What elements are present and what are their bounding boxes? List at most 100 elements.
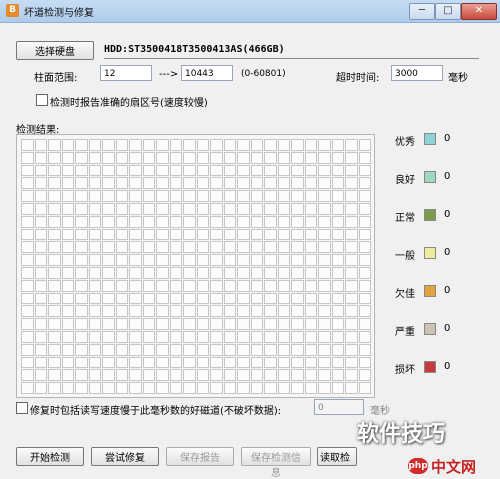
grid-cell <box>291 190 304 202</box>
grid-cell <box>331 254 344 266</box>
grid-cell <box>75 202 88 215</box>
grid-cell <box>277 382 290 394</box>
grid-cell <box>102 228 115 241</box>
grid-cell <box>331 202 344 215</box>
grid-cell <box>318 279 331 292</box>
close-button[interactable]: ✕ <box>461 3 497 20</box>
grid-cell <box>291 241 304 254</box>
watermark-text: 软件技巧 <box>357 422 446 447</box>
timeout-input[interactable]: 3000 <box>391 65 443 81</box>
grid-cell <box>48 292 61 305</box>
grid-cell <box>210 382 223 394</box>
grid-cell <box>156 369 169 382</box>
grid-cell <box>142 318 155 330</box>
grid-cell <box>75 151 88 164</box>
cylinder-start-input[interactable]: 12 <box>100 65 152 81</box>
grid-cell <box>210 369 223 382</box>
grid-cell <box>156 305 169 318</box>
grid-cell <box>318 382 331 394</box>
selected-disk-label: HDD:ST3500418T3500413AS(466GB) <box>104 44 285 55</box>
results-grid <box>21 139 371 394</box>
grid-cell <box>102 151 115 164</box>
grid-cell <box>61 292 74 305</box>
grid-cell <box>142 215 155 228</box>
grid-cell <box>304 190 317 202</box>
grid-cell <box>34 202 47 215</box>
grid-cell <box>250 190 263 202</box>
grid-cell <box>223 330 236 343</box>
grid-cell <box>21 177 34 190</box>
grid-cell <box>196 292 209 305</box>
grid-cell <box>183 215 196 228</box>
grid-cell <box>115 305 128 318</box>
grid-cell <box>318 254 331 266</box>
grid-cell <box>250 382 263 394</box>
grid-cell <box>358 369 371 382</box>
cylinder-end-input[interactable]: 10443 <box>181 65 233 81</box>
grid-cell <box>88 369 101 382</box>
select-disk-button[interactable]: 选择硬盘 <box>16 41 94 60</box>
grid-cell <box>277 356 290 369</box>
grid-cell <box>61 330 74 343</box>
legend-count: 0 <box>444 361 451 372</box>
grid-cell <box>318 330 331 343</box>
repair-slow-input[interactable]: 0 <box>314 399 364 415</box>
grid-cell <box>142 305 155 318</box>
grid-cell <box>196 305 209 318</box>
try-repair-button[interactable]: 尝试修复 <box>91 447 159 466</box>
grid-cell <box>156 318 169 330</box>
grid-cell <box>61 139 74 151</box>
grid-cell <box>142 164 155 177</box>
grid-cell <box>331 215 344 228</box>
grid-cell <box>345 228 358 241</box>
start-detect-button[interactable]: 开始检测 <box>16 447 84 466</box>
grid-cell <box>304 356 317 369</box>
grid-cell <box>21 254 34 266</box>
window-title: 坏道检测与修复 <box>24 8 94 19</box>
save-detect-info-button[interactable]: 保存检测信息 <box>241 447 311 479</box>
grid-cell <box>34 382 47 394</box>
grid-cell <box>48 139 61 151</box>
read-button[interactable]: 读取检 <box>317 447 357 466</box>
grid-cell <box>61 382 74 394</box>
grid-cell <box>223 305 236 318</box>
report-sector-checkbox[interactable] <box>36 94 48 106</box>
grid-cell <box>237 369 250 382</box>
legend-count: 0 <box>444 171 451 182</box>
grid-cell <box>250 177 263 190</box>
grid-cell <box>223 382 236 394</box>
grid-cell <box>318 266 331 279</box>
disk-divider <box>104 58 479 59</box>
grid-cell <box>88 241 101 254</box>
grid-cell <box>21 151 34 164</box>
grid-cell <box>264 279 277 292</box>
grid-cell <box>331 266 344 279</box>
grid-cell <box>304 139 317 151</box>
grid-cell <box>345 164 358 177</box>
grid-cell <box>331 356 344 369</box>
save-report-button[interactable]: 保存报告 <box>166 447 234 466</box>
grid-cell <box>358 241 371 254</box>
grid-cell <box>250 369 263 382</box>
grid-cell <box>237 382 250 394</box>
legend-count: 0 <box>444 323 451 334</box>
grid-cell <box>237 190 250 202</box>
grid-cell <box>345 190 358 202</box>
grid-cell <box>61 151 74 164</box>
grid-cell <box>156 190 169 202</box>
grid-cell <box>331 139 344 151</box>
maximize-button[interactable]: □ <box>435 3 461 20</box>
minimize-button[interactable]: ─ <box>409 3 435 20</box>
grid-cell <box>304 305 317 318</box>
grid-cell <box>142 151 155 164</box>
grid-cell <box>88 228 101 241</box>
grid-cell <box>345 292 358 305</box>
title-bar[interactable]: B 坏道检测与修复 ─ □ ✕ <box>0 0 500 23</box>
grid-cell <box>345 356 358 369</box>
grid-cell <box>34 164 47 177</box>
grid-cell <box>48 279 61 292</box>
grid-cell <box>304 151 317 164</box>
grid-cell <box>264 202 277 215</box>
grid-cell <box>102 241 115 254</box>
repair-slow-checkbox[interactable] <box>16 402 28 414</box>
